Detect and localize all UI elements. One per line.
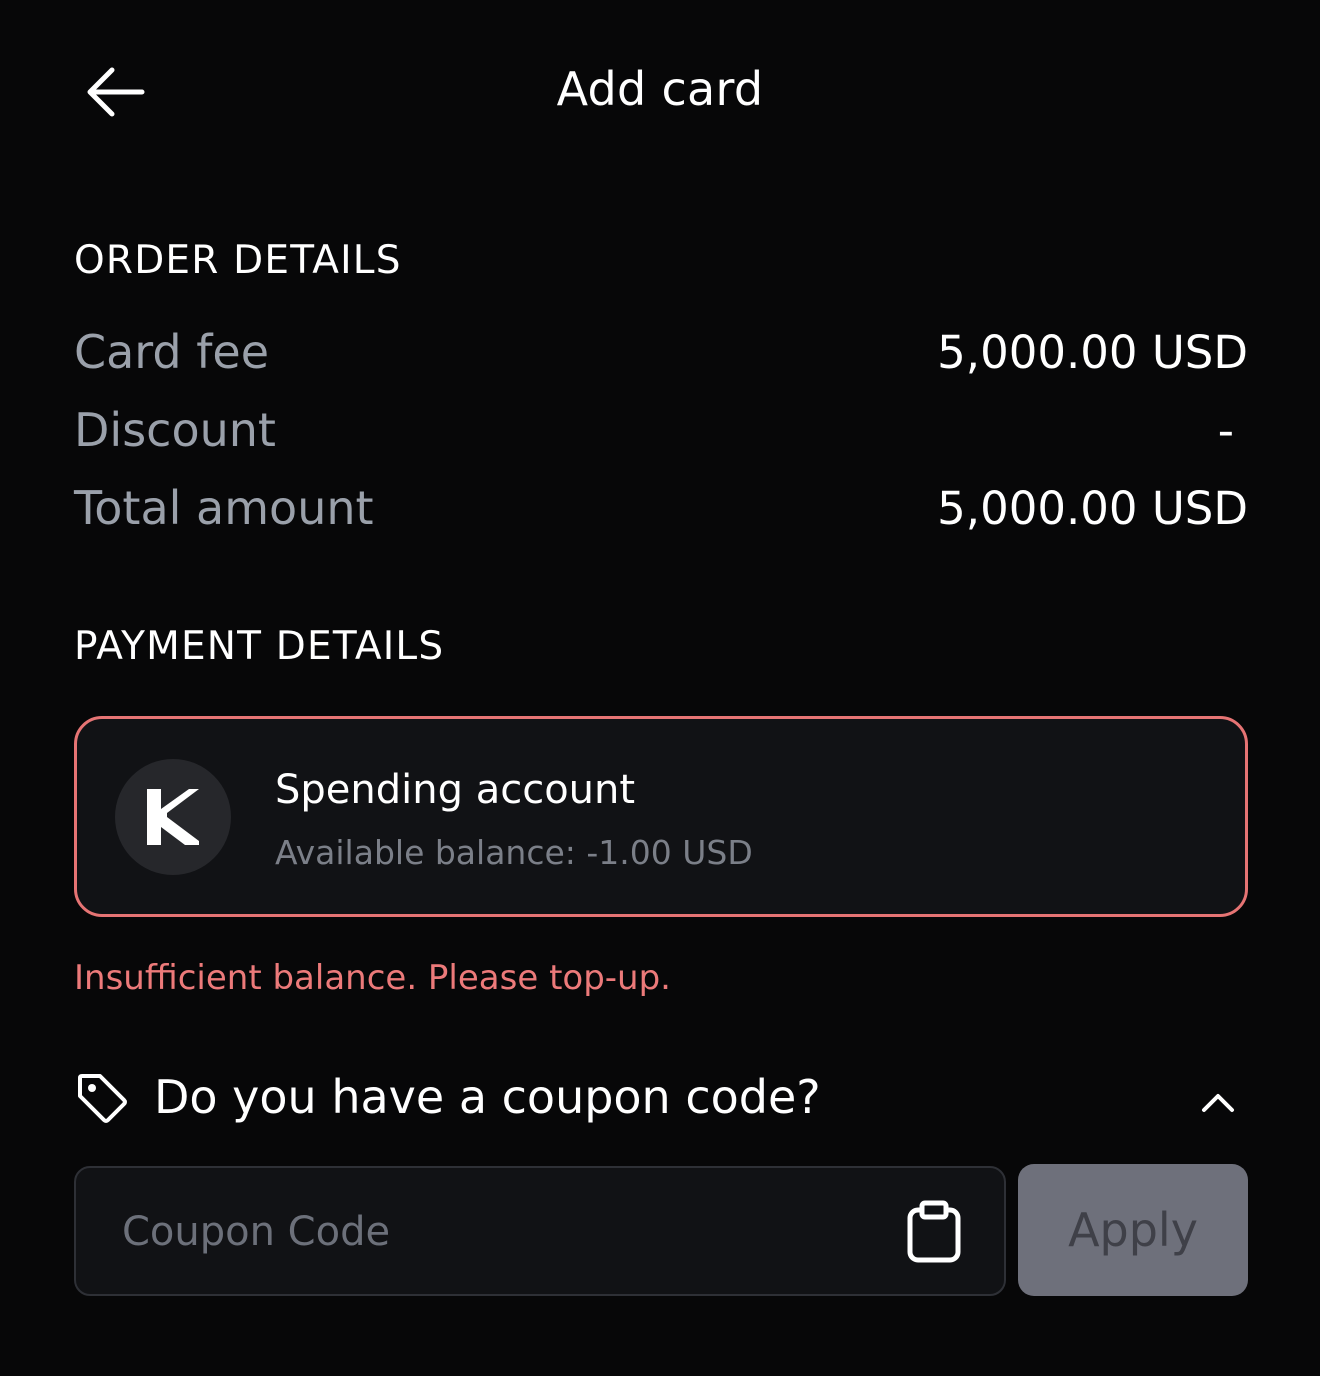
order-row-value: 5,000.00 USD (937, 325, 1248, 379)
page-title: Add card (556, 62, 764, 116)
order-row-label: Total amount (74, 481, 374, 535)
order-row-label: Discount (74, 403, 276, 457)
account-avatar (115, 759, 231, 875)
order-row-value: 5,000.00 USD (937, 481, 1248, 535)
spending-account-card[interactable]: Spending account Available balance: -1.0… (74, 716, 1248, 917)
order-details-heading: ORDER DETAILS (74, 238, 402, 283)
insufficient-balance-error: Insufficient balance. Please top-up. (74, 958, 671, 998)
order-row-card-fee: Card fee 5,000.00 USD (74, 322, 1248, 382)
account-balance: Available balance: -1.00 USD (275, 833, 753, 872)
order-row-discount: Discount - (74, 400, 1248, 460)
coupon-code-input[interactable] (120, 1168, 884, 1296)
order-row-total-amount: Total amount 5,000.00 USD (74, 478, 1248, 538)
brand-k-logo-icon (147, 789, 199, 845)
apply-button[interactable]: Apply (1018, 1164, 1248, 1296)
tag-icon (78, 1074, 127, 1123)
coupon-toggle[interactable]: Do you have a coupon code? (74, 1062, 1248, 1138)
payment-details-heading: PAYMENT DETAILS (74, 624, 445, 669)
order-row-value: - (1217, 403, 1234, 457)
clipboard-icon[interactable] (904, 1200, 964, 1264)
coupon-input-container (74, 1166, 1006, 1296)
chevron-up-icon[interactable] (1198, 1082, 1238, 1122)
order-row-label: Card fee (74, 325, 270, 379)
coupon-question: Do you have a coupon code? (154, 1070, 821, 1124)
account-name: Spending account (275, 767, 636, 813)
top-bar: Add card (0, 0, 1320, 180)
